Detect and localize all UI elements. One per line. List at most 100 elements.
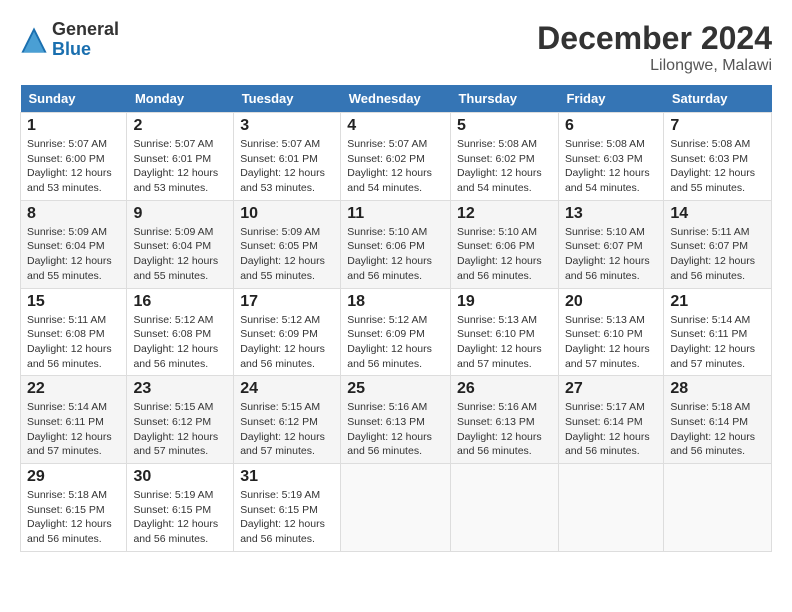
day-number: 31 <box>240 468 334 486</box>
day-info: Sunrise: 5:12 AM Sunset: 6:08 PM Dayligh… <box>133 313 227 372</box>
day-info: Sunrise: 5:17 AM Sunset: 6:14 PM Dayligh… <box>565 400 657 459</box>
calendar-week-row: 1Sunrise: 5:07 AM Sunset: 6:00 PM Daylig… <box>21 113 772 201</box>
day-info: Sunrise: 5:14 AM Sunset: 6:11 PM Dayligh… <box>27 400 120 459</box>
calendar-cell: 1Sunrise: 5:07 AM Sunset: 6:00 PM Daylig… <box>21 113 127 201</box>
calendar-cell: 13 Sunrise: 5:10 AM Sunset: 6:07 PM Dayli… <box>558 200 663 288</box>
day-info: Sunrise: 5:08 AM Sunset: 6:02 PM Dayligh… <box>457 137 552 196</box>
day-info: Sunrise: 5:16 AM Sunset: 6:13 PM Dayligh… <box>347 400 444 459</box>
logo-icon <box>20 26 48 54</box>
day-number: 23 <box>133 380 227 398</box>
calendar-cell: 14 Sunrise: 5:11 AM Sunset: 6:07 PM Dayli… <box>664 200 772 288</box>
day-number: 14 <box>670 205 765 223</box>
calendar-cell: 8 Sunrise: 5:09 AM Sunset: 6:04 PM Daylig… <box>21 200 127 288</box>
month-title: December 2024 <box>537 20 772 57</box>
day-number: 4 <box>347 117 444 135</box>
calendar-cell: 3 Sunrise: 5:07 AM Sunset: 6:01 PM Daylig… <box>234 113 341 201</box>
day-number: 20 <box>565 293 657 311</box>
logo-general: General <box>52 20 119 40</box>
calendar-week-row: 29 Sunrise: 5:18 AM Sunset: 6:15 PM Dayli… <box>21 464 772 552</box>
calendar-cell: 11Sunrise: 5:10 AM Sunset: 6:06 PM Dayli… <box>341 200 451 288</box>
logo-blue: Blue <box>52 40 119 60</box>
calendar-cell: 5 Sunrise: 5:08 AM Sunset: 6:02 PM Daylig… <box>450 113 558 201</box>
day-number: 2 <box>133 117 227 135</box>
logo-text: General Blue <box>52 20 119 60</box>
calendar-cell: 18 Sunrise: 5:12 AM Sunset: 6:09 PM Dayli… <box>341 288 451 376</box>
header-thursday: Thursday <box>450 85 558 113</box>
calendar-cell: 25 Sunrise: 5:16 AM Sunset: 6:13 PM Dayli… <box>341 376 451 464</box>
calendar-week-row: 22 Sunrise: 5:14 AM Sunset: 6:11 PM Dayli… <box>21 376 772 464</box>
day-number: 29 <box>27 468 120 486</box>
day-number: 27 <box>565 380 657 398</box>
calendar-cell: 12Sunrise: 5:10 AM Sunset: 6:06 PM Dayli… <box>450 200 558 288</box>
calendar-cell: 28Sunrise: 5:18 AM Sunset: 6:14 PM Dayli… <box>664 376 772 464</box>
day-info: Sunrise: 5:13 AM Sunset: 6:10 PM Dayligh… <box>565 313 657 372</box>
day-info: Sunrise: 5:09 AM Sunset: 6:05 PM Dayligh… <box>240 225 334 284</box>
title-block: December 2024 Lilongwe, Malawi <box>537 20 772 75</box>
header-tuesday: Tuesday <box>234 85 341 113</box>
day-info: Sunrise: 5:08 AM Sunset: 6:03 PM Dayligh… <box>565 137 657 196</box>
calendar-cell <box>558 464 663 552</box>
day-info: Sunrise: 5:09 AM Sunset: 6:04 PM Dayligh… <box>27 225 120 284</box>
calendar-cell: 24 Sunrise: 5:15 AM Sunset: 6:12 PM Dayli… <box>234 376 341 464</box>
calendar-cell: 20 Sunrise: 5:13 AM Sunset: 6:10 PM Dayli… <box>558 288 663 376</box>
day-info: Sunrise: 5:15 AM Sunset: 6:12 PM Dayligh… <box>240 400 334 459</box>
logo: General Blue <box>20 20 119 60</box>
day-number: 6 <box>565 117 657 135</box>
day-number: 30 <box>133 468 227 486</box>
day-number: 25 <box>347 380 444 398</box>
day-number: 3 <box>240 117 334 135</box>
calendar-cell: 16 Sunrise: 5:12 AM Sunset: 6:08 PM Dayli… <box>127 288 234 376</box>
header-wednesday: Wednesday <box>341 85 451 113</box>
day-info: Sunrise: 5:07 AM Sunset: 6:02 PM Dayligh… <box>347 137 444 196</box>
day-number: 26 <box>457 380 552 398</box>
calendar-cell: 10 Sunrise: 5:09 AM Sunset: 6:05 PM Dayli… <box>234 200 341 288</box>
calendar-header-row: SundayMondayTuesdayWednesdayThursdayFrid… <box>21 85 772 113</box>
calendar-cell: 17Sunrise: 5:12 AM Sunset: 6:09 PM Dayli… <box>234 288 341 376</box>
day-number: 10 <box>240 205 334 223</box>
calendar-cell: 6 Sunrise: 5:08 AM Sunset: 6:03 PM Daylig… <box>558 113 663 201</box>
day-number: 16 <box>133 293 227 311</box>
day-number: 18 <box>347 293 444 311</box>
day-info: Sunrise: 5:11 AM Sunset: 6:08 PM Dayligh… <box>27 313 120 372</box>
day-number: 28 <box>670 380 765 398</box>
calendar-cell: 2 Sunrise: 5:07 AM Sunset: 6:01 PM Daylig… <box>127 113 234 201</box>
calendar-cell: 15 Sunrise: 5:11 AM Sunset: 6:08 PM Dayli… <box>21 288 127 376</box>
day-info: Sunrise: 5:10 AM Sunset: 6:06 PM Dayligh… <box>457 225 552 284</box>
calendar-cell: 30Sunrise: 5:19 AM Sunset: 6:15 PM Dayli… <box>127 464 234 552</box>
day-info: Sunrise: 5:07 AM Sunset: 6:00 PM Dayligh… <box>27 137 120 196</box>
day-info: Sunrise: 5:14 AM Sunset: 6:11 PM Dayligh… <box>670 313 765 372</box>
calendar-cell <box>664 464 772 552</box>
calendar-cell: 27 Sunrise: 5:17 AM Sunset: 6:14 PM Dayli… <box>558 376 663 464</box>
day-info: Sunrise: 5:11 AM Sunset: 6:07 PM Dayligh… <box>670 225 765 284</box>
day-info: Sunrise: 5:07 AM Sunset: 6:01 PM Dayligh… <box>240 137 334 196</box>
day-number: 24 <box>240 380 334 398</box>
day-number: 8 <box>27 205 120 223</box>
day-info: Sunrise: 5:07 AM Sunset: 6:01 PM Dayligh… <box>133 137 227 196</box>
calendar-cell: 4 Sunrise: 5:07 AM Sunset: 6:02 PM Daylig… <box>341 113 451 201</box>
day-info: Sunrise: 5:10 AM Sunset: 6:07 PM Dayligh… <box>565 225 657 284</box>
calendar-cell: 7Sunrise: 5:08 AM Sunset: 6:03 PM Daylig… <box>664 113 772 201</box>
day-number: 5 <box>457 117 552 135</box>
day-info: Sunrise: 5:12 AM Sunset: 6:09 PM Dayligh… <box>347 313 444 372</box>
calendar-cell: 23 Sunrise: 5:15 AM Sunset: 6:12 PM Dayli… <box>127 376 234 464</box>
calendar-cell: 31 Sunrise: 5:19 AM Sunset: 6:15 PM Dayli… <box>234 464 341 552</box>
day-info: Sunrise: 5:16 AM Sunset: 6:13 PM Dayligh… <box>457 400 552 459</box>
header-sunday: Sunday <box>21 85 127 113</box>
calendar-week-row: 8 Sunrise: 5:09 AM Sunset: 6:04 PM Daylig… <box>21 200 772 288</box>
day-number: 22 <box>27 380 120 398</box>
calendar-cell: 21Sunrise: 5:14 AM Sunset: 6:11 PM Dayli… <box>664 288 772 376</box>
day-info: Sunrise: 5:19 AM Sunset: 6:15 PM Dayligh… <box>240 488 334 547</box>
day-info: Sunrise: 5:13 AM Sunset: 6:10 PM Dayligh… <box>457 313 552 372</box>
day-number: 15 <box>27 293 120 311</box>
day-number: 19 <box>457 293 552 311</box>
day-number: 13 <box>565 205 657 223</box>
day-info: Sunrise: 5:15 AM Sunset: 6:12 PM Dayligh… <box>133 400 227 459</box>
calendar-cell <box>341 464 451 552</box>
day-info: Sunrise: 5:18 AM Sunset: 6:15 PM Dayligh… <box>27 488 120 547</box>
day-number: 9 <box>133 205 227 223</box>
calendar-week-row: 15 Sunrise: 5:11 AM Sunset: 6:08 PM Dayli… <box>21 288 772 376</box>
header-monday: Monday <box>127 85 234 113</box>
location-subtitle: Lilongwe, Malawi <box>537 57 772 75</box>
calendar-table: SundayMondayTuesdayWednesdayThursdayFrid… <box>20 85 772 552</box>
calendar-cell: 29 Sunrise: 5:18 AM Sunset: 6:15 PM Dayli… <box>21 464 127 552</box>
